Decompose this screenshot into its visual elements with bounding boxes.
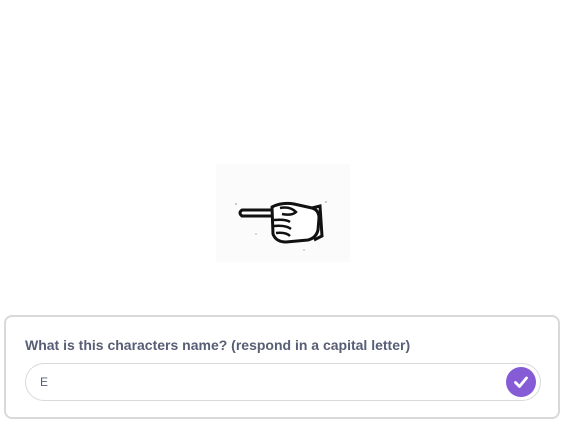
check-icon <box>514 376 528 388</box>
stage: What is this characters name? (respond i… <box>0 0 570 430</box>
answer-input[interactable] <box>40 370 480 394</box>
answer-field-wrapper <box>25 363 541 401</box>
question-text: What is this characters name? (respond i… <box>25 337 411 353</box>
sprite-pointing-hand[interactable] <box>216 164 350 262</box>
ask-panel: What is this characters name? (respond i… <box>4 315 560 419</box>
submit-answer-button[interactable] <box>506 367 536 397</box>
pointing-hand-icon <box>235 201 327 251</box>
